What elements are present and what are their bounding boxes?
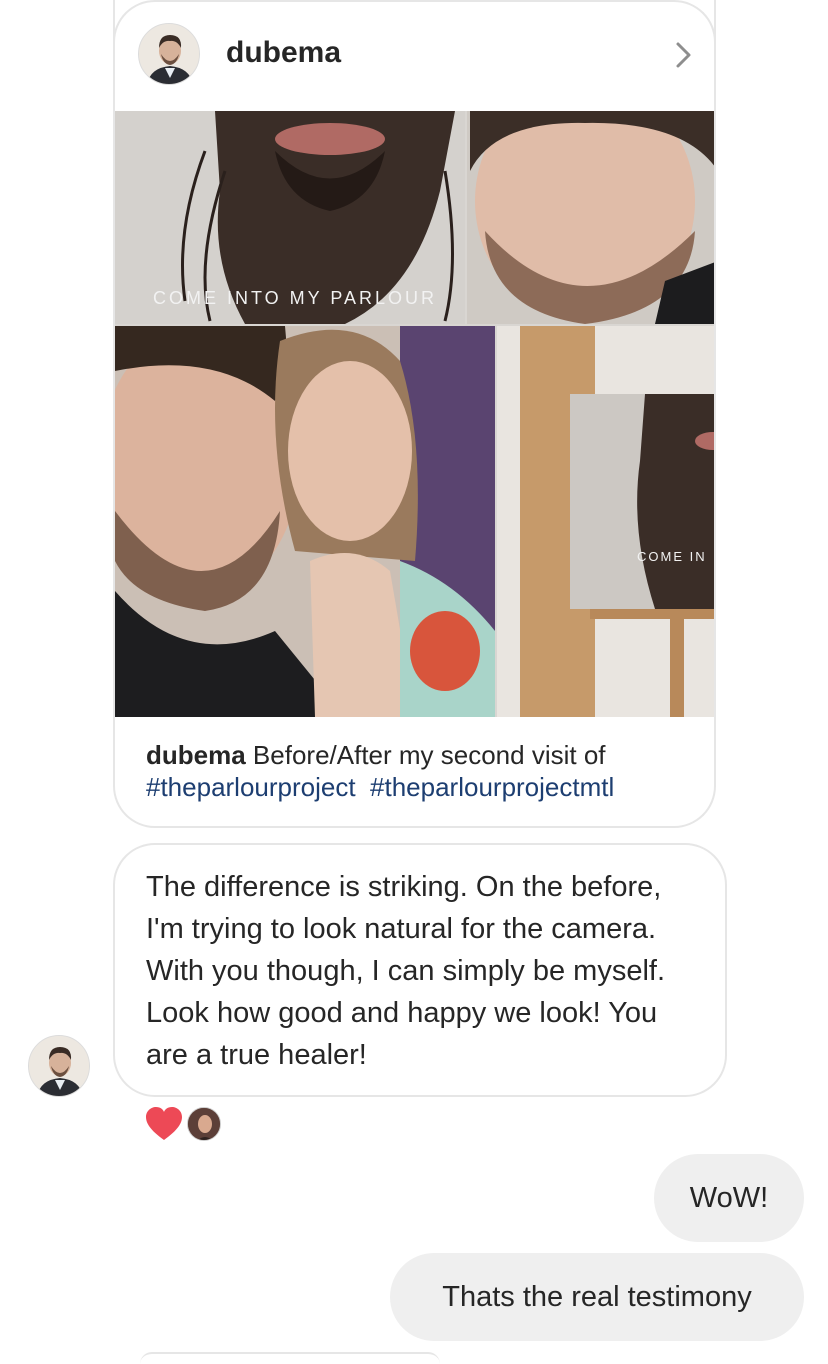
reactor-avatar[interactable] [187, 1107, 221, 1141]
next-message-edge [140, 1352, 440, 1364]
incoming-message-bubble[interactable]: The difference is striking. On the befor… [113, 843, 727, 1097]
post-image[interactable]: COME INTO MY PARLOUR COME IN [115, 111, 714, 717]
post-header[interactable]: dubema [115, 0, 714, 111]
hashtag-link[interactable]: #theparlourproject [146, 772, 356, 802]
caption-text: Before/After my second visit of [252, 740, 606, 770]
hashtag-link[interactable]: #theparlourprojectmtl [370, 772, 614, 802]
post-caption: dubema Before/After my second visit of #… [146, 739, 706, 803]
caption-username[interactable]: dubema [146, 740, 246, 770]
sender-avatar[interactable] [28, 1035, 90, 1097]
outgoing-message-bubble[interactable]: Thats the real testimony [390, 1253, 804, 1341]
incoming-message-text: The difference is striking. On the befor… [146, 871, 665, 1071]
artwork-caption-text: COME INTO MY PARLOUR [153, 288, 437, 308]
post-author-avatar[interactable] [138, 23, 200, 85]
outgoing-message-bubble[interactable]: WoW! [654, 1154, 804, 1242]
shared-post-card[interactable]: dubema COME INTO MY PARLOUR COME IN dube… [113, 0, 716, 828]
post-author-name[interactable]: dubema [226, 36, 341, 70]
message-reactions[interactable] [145, 1106, 235, 1142]
chevron-right-icon[interactable] [674, 40, 694, 70]
canvas-caption-text: COME IN [637, 549, 707, 564]
heart-icon[interactable] [145, 1106, 183, 1142]
